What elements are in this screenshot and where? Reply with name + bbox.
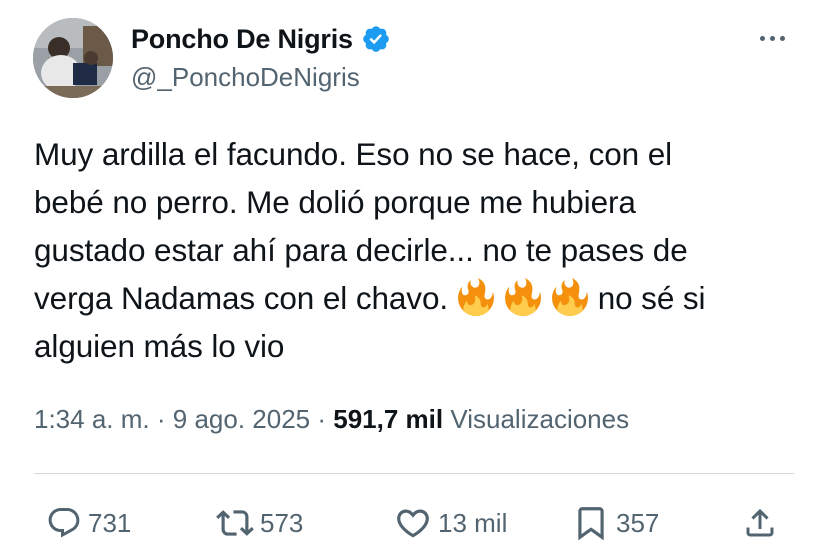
meta-separator: ·	[317, 404, 327, 434]
author-display-name[interactable]: Poncho De Nigris	[131, 24, 353, 55]
tweet-text-line: Muy ardilla el facundo. Eso no se hace, …	[34, 136, 673, 172]
bookmark-count: 357	[616, 507, 660, 538]
tweet-text-line: bebé no perro. Me dolió porque me hubier…	[34, 184, 636, 220]
views-count: 591,7 mil	[333, 404, 444, 434]
reply-count: 731	[88, 507, 132, 538]
tweet-text-segment: verga Nadamas con el chavo.	[34, 280, 449, 316]
heart-icon	[397, 509, 429, 538]
more-options-icon[interactable]	[752, 28, 792, 48]
divider	[34, 473, 794, 474]
verified-badge-icon[interactable]	[361, 24, 391, 54]
meta-separator: ·	[156, 404, 166, 434]
author-handle[interactable]: @_PonchoDeNigris	[131, 62, 360, 93]
tweet-card: Poncho De Nigris @_PonchoDeNigris Muy ar…	[0, 0, 828, 558]
action-bar: 731 573 13 mil 357	[34, 500, 794, 546]
fire-emoji-icon	[551, 278, 589, 316]
repost-icon	[216, 510, 254, 536]
tweet-text: Muy ardilla el facundo. Eso no se hace, …	[34, 130, 794, 370]
author-avatar[interactable]	[33, 18, 113, 98]
reply-button[interactable]: 731	[46, 500, 131, 546]
tweet-text-line: gustado estar ahí para decirle... no te …	[34, 232, 688, 268]
bookmark-button[interactable]: 357	[572, 500, 659, 546]
tweet-text-line-with-emoji: verga Nadamas con el chavo. no sé si	[34, 274, 794, 322]
share-icon	[746, 508, 774, 537]
tweet-text-line: alguien más lo vio	[34, 328, 285, 364]
fire-emoji-icon	[504, 278, 542, 316]
author-name-row: Poncho De Nigris	[131, 20, 391, 58]
tweet-time[interactable]: 1:34 a. m.	[34, 404, 150, 434]
views-label: Visualizaciones	[450, 404, 630, 434]
like-count: 13 mil	[438, 507, 508, 538]
share-button[interactable]	[742, 500, 778, 546]
repost-button[interactable]: 573	[216, 500, 303, 546]
fire-emoji-icon	[457, 278, 495, 316]
bookmark-icon	[578, 507, 604, 541]
tweet-date[interactable]: 9 ago. 2025	[173, 404, 310, 434]
repost-count: 573	[260, 507, 304, 538]
tweet-text-segment: no sé si	[597, 280, 706, 316]
like-button[interactable]: 13 mil	[394, 500, 507, 546]
tweet-meta: 1:34 a. m. · 9 ago. 2025 · 591,7 mil Vis…	[34, 402, 629, 436]
avatar-photo-icon	[33, 18, 113, 98]
reply-icon	[48, 508, 80, 538]
